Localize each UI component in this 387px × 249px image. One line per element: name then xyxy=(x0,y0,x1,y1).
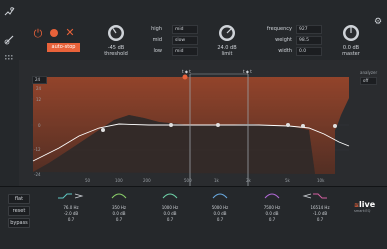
master-knob[interactable] xyxy=(342,24,360,44)
auto-stop-button[interactable]: auto-stop xyxy=(47,43,80,52)
band-1-low-shelf-icon[interactable] xyxy=(57,192,73,202)
band-5-freq: 7500 Hz xyxy=(263,205,281,210)
width-field[interactable]: 0.0 xyxy=(296,47,322,56)
flat-button[interactable]: flat xyxy=(8,194,30,204)
power-button[interactable]: ⏻ xyxy=(32,28,44,39)
freq-tick-2k: 2k xyxy=(246,178,251,183)
band-5-peak-icon[interactable] xyxy=(264,192,280,202)
tune-icon[interactable] xyxy=(4,6,15,19)
db-tick-24: 24 xyxy=(36,86,42,91)
band-1-freq: 76.0 Hz xyxy=(63,205,79,210)
record-button[interactable] xyxy=(50,29,58,37)
band-high-select[interactable]: mid xyxy=(172,25,198,34)
band-4-freq: 5000 Hz xyxy=(211,205,229,210)
freq-tick-100: 100 xyxy=(115,178,123,183)
freq-tick-50: 50 xyxy=(85,178,91,183)
brand-logo: ≋live smart:EQ xyxy=(354,200,376,213)
bypass-button[interactable]: bypass xyxy=(8,218,30,228)
weight-label: weight xyxy=(275,37,292,43)
band-low-label: low xyxy=(153,48,162,54)
threshold-label: threshold xyxy=(104,51,128,57)
logo-sub: smart:EQ xyxy=(354,209,371,213)
frequency-label: frequency xyxy=(266,26,292,32)
band-2-peak-icon[interactable] xyxy=(111,192,127,202)
db-tick-0: 0 xyxy=(38,123,41,128)
db-tick-12: 12 xyxy=(36,97,42,102)
band-high-label: high xyxy=(151,26,162,32)
band-6-q: 0.7 xyxy=(316,217,324,222)
band-5-gain: 0.0 dB xyxy=(265,211,279,216)
band-mid-label: mid xyxy=(152,37,162,43)
band-1-gain: -2.0 dB xyxy=(63,211,79,216)
eq-graph[interactable]: t ◆ t t ◆ t xyxy=(19,60,387,186)
settings-gear-icon[interactable]: ⚙ xyxy=(374,17,382,27)
logo-main: live xyxy=(359,200,376,209)
limit-label: limit xyxy=(221,51,233,57)
band-3-q: 0.7 xyxy=(166,217,174,222)
band-6-gain: -1.0 dB xyxy=(312,211,328,216)
band-node-2 xyxy=(169,123,173,127)
band-3-gain: 0.0 dB xyxy=(163,211,177,216)
band-node-3 xyxy=(216,123,220,127)
band-3-freq: 1000 Hz xyxy=(161,205,179,210)
freq-tick-200: 200 xyxy=(143,178,151,183)
band-4-peak-icon[interactable] xyxy=(212,192,228,202)
threshold-knob[interactable] xyxy=(107,24,125,44)
focus-node xyxy=(182,74,188,80)
band-node-6 xyxy=(333,124,337,128)
band-node-4 xyxy=(286,123,290,127)
freq-tick-1k: 1k xyxy=(214,178,219,183)
weight-field[interactable]: 98.5 xyxy=(296,36,322,45)
band-6-high-shelf-icon[interactable] xyxy=(312,192,328,202)
band-2-gain: 0.0 dB xyxy=(112,211,126,216)
eq-graph-svg: t ◆ t t ◆ t xyxy=(31,69,350,186)
limit-knob[interactable] xyxy=(218,24,236,44)
band-6-freq: 16514 Hz xyxy=(310,205,330,210)
analyzer-label: analyzer xyxy=(360,70,378,75)
master-label: master xyxy=(342,51,360,57)
band-mid-select[interactable]: slow xyxy=(172,36,198,45)
band-3-peak-icon[interactable] xyxy=(162,192,178,202)
band-6-shape-icon[interactable] xyxy=(302,192,312,202)
band-1-shape-icon[interactable] xyxy=(74,192,84,202)
clear-button[interactable]: ✕ xyxy=(64,27,76,38)
frequency-field[interactable]: 927 xyxy=(296,25,322,34)
band-5-q: 0.7 xyxy=(268,217,276,222)
guitar-icon[interactable] xyxy=(4,34,15,47)
band-2-freq: 350 Hz xyxy=(111,205,126,210)
freq-tick-5k: 5k xyxy=(285,178,290,183)
freq-tick-500: 500 xyxy=(184,178,192,183)
band-node-5 xyxy=(301,124,305,128)
db-tick-minus24: -24 xyxy=(34,172,41,177)
freq-tick-10k: 10k xyxy=(317,178,325,183)
reset-button[interactable]: reset xyxy=(8,206,30,216)
range-select[interactable]: 24 xyxy=(32,76,47,84)
band-4-gain: 0.0 dB xyxy=(213,211,227,216)
width-label: width xyxy=(278,48,292,54)
svg-text:t ◆ t: t ◆ t xyxy=(243,69,252,74)
grid-icon[interactable] xyxy=(4,54,15,64)
band-1-q: 0.7 xyxy=(67,217,75,222)
band-node-1 xyxy=(101,128,105,132)
analyzer-select[interactable]: off xyxy=(360,77,377,85)
band-2-q: 0.7 xyxy=(115,217,123,222)
band-low-select[interactable]: mid xyxy=(172,47,198,56)
band-4-q: 0.7 xyxy=(216,217,224,222)
svg-text:t ◆ t: t ◆ t xyxy=(182,69,191,74)
db-tick-minus12: -12 xyxy=(34,147,41,152)
